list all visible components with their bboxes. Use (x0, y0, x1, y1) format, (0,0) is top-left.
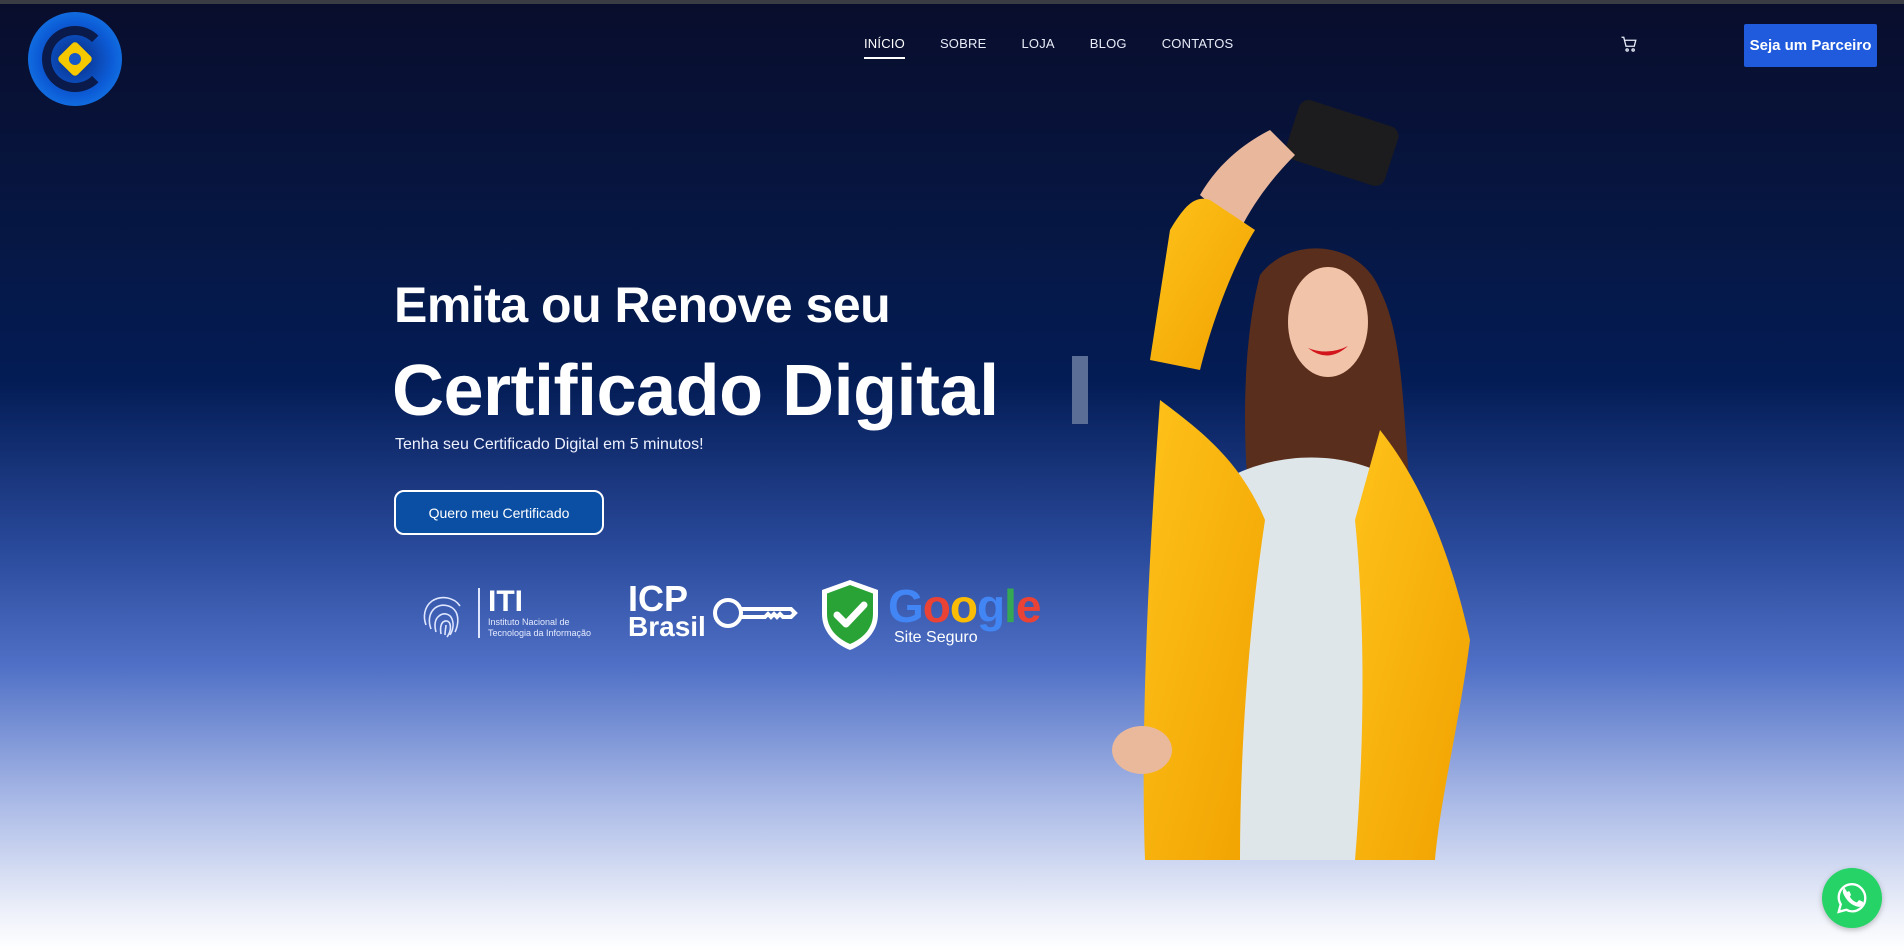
whatsapp-icon (1837, 883, 1867, 914)
cta-button[interactable]: Quero meu Certificado (394, 490, 604, 535)
nav-item-blog[interactable]: BLOG (1090, 36, 1127, 59)
top-border (0, 0, 1904, 4)
google-word: Google (888, 580, 1041, 632)
key-icon (712, 598, 798, 628)
google-safe-badge: Google Site Seguro (818, 578, 1041, 652)
partner-button[interactable]: Seja um Parceiro (1744, 24, 1877, 67)
iti-title: ITI (488, 585, 523, 618)
whatsapp-button[interactable] (1822, 868, 1882, 928)
nav-item-contatos[interactable]: CONTATOS (1162, 36, 1234, 59)
shield-check-icon (822, 580, 878, 650)
hero-subtitle: Tenha seu Certificado Digital em 5 minut… (395, 436, 704, 453)
hero-heading-line2: Certificado Digital (392, 351, 999, 431)
iti-line2: Tecnologia da Informação (488, 628, 592, 638)
hero-woman-image (1112, 100, 1470, 860)
main-nav: INÍCIO SOBRE LOJA BLOG CONTATOS (864, 36, 1233, 59)
icp-line2: Brasil (628, 611, 706, 642)
logo-dot (69, 53, 81, 65)
icp-brasil-badge: ICP Brasil (628, 578, 798, 642)
iti-line1: Instituto Nacional de (488, 617, 570, 627)
typing-cursor (1072, 356, 1088, 424)
cart-icon[interactable] (1620, 35, 1638, 53)
iti-badge: ITI Instituto Nacional de Tecnologia da … (418, 585, 591, 641)
brand-logo[interactable] (28, 12, 122, 106)
nav-item-inicio[interactable]: INÍCIO (864, 36, 905, 59)
fingerprint-icon (423, 596, 461, 638)
nav-item-loja[interactable]: LOJA (1021, 36, 1054, 59)
hero-heading-line1: Emita ou Renove seu (394, 277, 891, 333)
nav-item-sobre[interactable]: SOBRE (940, 36, 987, 59)
iti-divider (478, 588, 480, 638)
icp-line1: ICP (628, 578, 689, 619)
